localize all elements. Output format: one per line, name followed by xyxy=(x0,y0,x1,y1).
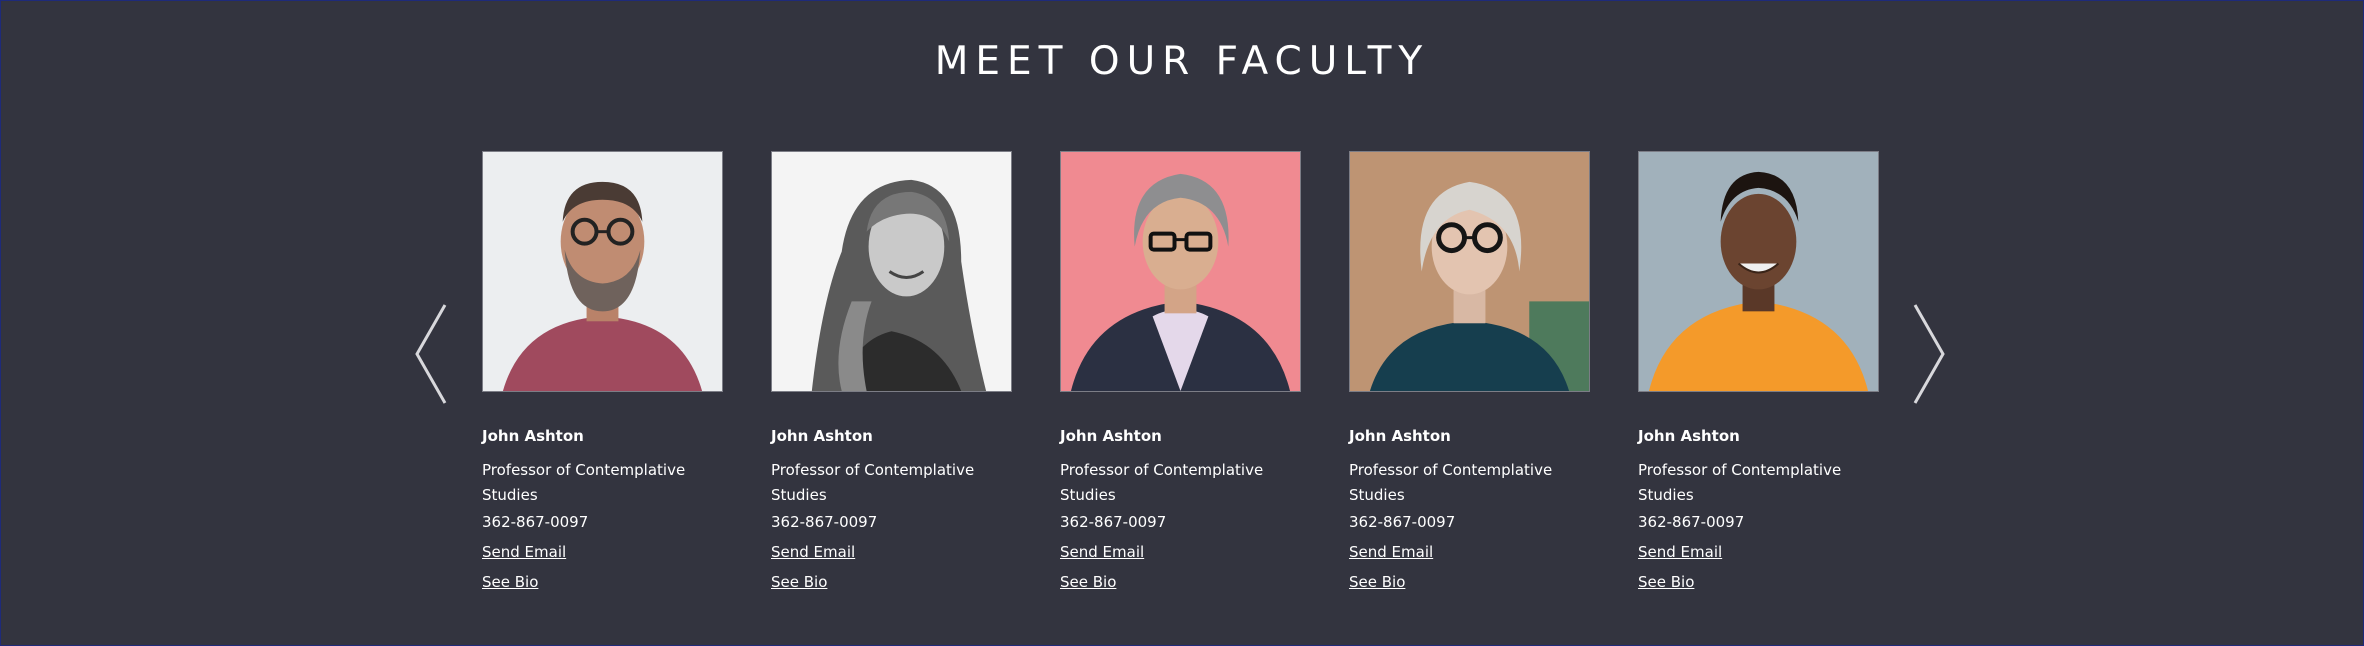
carousel-prev-button[interactable] xyxy=(411,303,451,405)
see-bio-link[interactable]: See Bio xyxy=(1349,572,1593,592)
see-bio-link[interactable]: See Bio xyxy=(1638,572,1882,592)
faculty-card: John Ashton Professor of Contemplative S… xyxy=(771,151,1015,592)
faculty-name: John Ashton xyxy=(1060,427,1162,445)
faculty-role: Professor of Contemplative Studies xyxy=(482,461,686,504)
portrait-image xyxy=(1350,152,1589,391)
portrait-image xyxy=(772,152,1011,391)
send-email-link[interactable]: Send Email xyxy=(482,542,726,562)
faculty-role: Professor of Contemplative Studies xyxy=(1349,461,1553,504)
faculty-name: John Ashton xyxy=(482,427,584,445)
faculty-phone: 362-867-0097 xyxy=(1638,513,1745,531)
faculty-photo[interactable] xyxy=(771,151,1012,392)
faculty-name: John Ashton xyxy=(1638,427,1740,445)
faculty-card: John Ashton Professor of Contemplative S… xyxy=(1349,151,1593,592)
chevron-right-icon xyxy=(1913,304,1945,404)
section-title: MEET OUR FACULTY xyxy=(934,39,1430,84)
faculty-card: John Ashton Professor of Contemplative S… xyxy=(1060,151,1304,592)
faculty-role: Professor of Contemplative Studies xyxy=(1060,461,1264,504)
faculty-name: John Ashton xyxy=(1349,427,1451,445)
send-email-link[interactable]: Send Email xyxy=(1638,542,1882,562)
faculty-phone: 362-867-0097 xyxy=(1060,513,1167,531)
faculty-card: John Ashton Professor of Contemplative S… xyxy=(482,151,726,592)
portrait-image xyxy=(483,152,722,391)
send-email-link[interactable]: Send Email xyxy=(1349,542,1593,562)
carousel-next-button[interactable] xyxy=(1909,303,1949,405)
see-bio-link[interactable]: See Bio xyxy=(771,572,1015,592)
faculty-photo[interactable] xyxy=(1638,151,1879,392)
faculty-photo[interactable] xyxy=(1060,151,1301,392)
send-email-link[interactable]: Send Email xyxy=(771,542,1015,562)
faculty-name: John Ashton xyxy=(771,427,873,445)
faculty-photo[interactable] xyxy=(482,151,723,392)
faculty-section: MEET OUR FACULTY John Ashton Professor o… xyxy=(0,0,2364,646)
faculty-role: Professor of Contemplative Studies xyxy=(771,461,975,504)
faculty-phone: 362-867-0097 xyxy=(482,513,589,531)
faculty-role: Professor of Contemplative Studies xyxy=(1638,461,1842,504)
faculty-photo[interactable] xyxy=(1349,151,1590,392)
faculty-phone: 362-867-0097 xyxy=(771,513,878,531)
portrait-image xyxy=(1061,152,1300,391)
send-email-link[interactable]: Send Email xyxy=(1060,542,1304,562)
faculty-card: John Ashton Professor of Contemplative S… xyxy=(1638,151,1882,592)
see-bio-link[interactable]: See Bio xyxy=(482,572,726,592)
faculty-phone: 362-867-0097 xyxy=(1349,513,1456,531)
portrait-image xyxy=(1639,152,1878,391)
chevron-left-icon xyxy=(415,304,447,404)
see-bio-link[interactable]: See Bio xyxy=(1060,572,1304,592)
